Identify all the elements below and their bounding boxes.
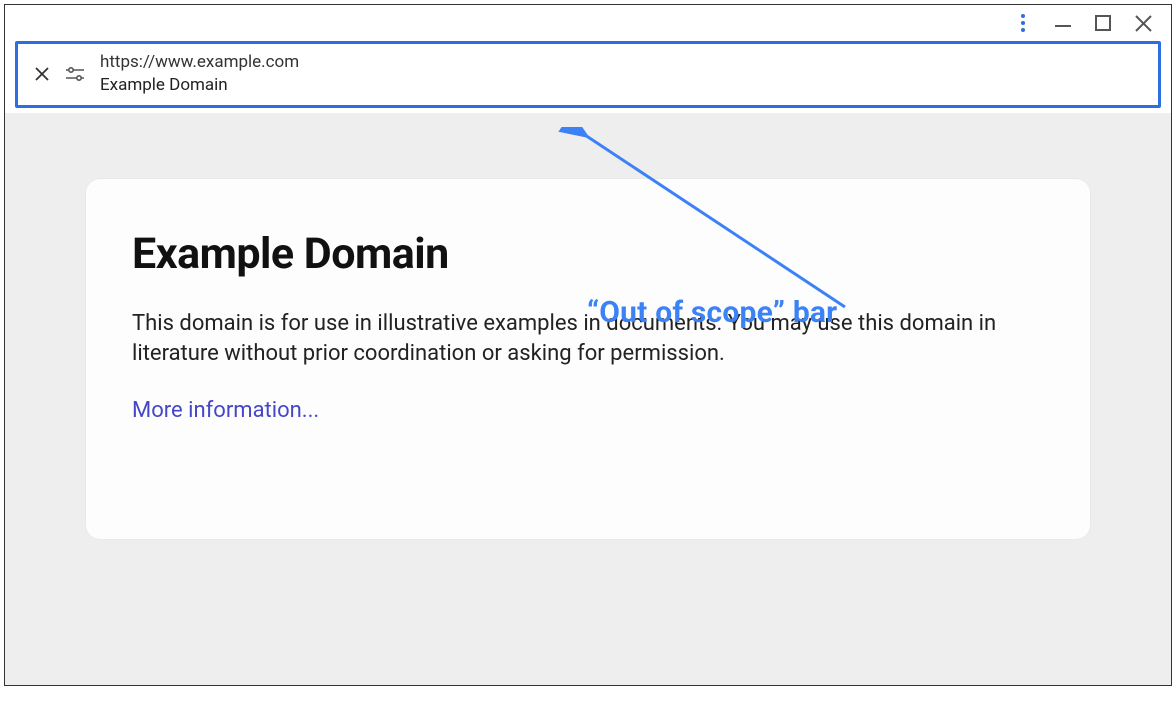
content-card: Example Domain This domain is for use in…: [86, 179, 1090, 539]
content-area: Example Domain This domain is for use in…: [5, 113, 1171, 685]
kebab-menu-icon[interactable]: [1021, 14, 1033, 32]
close-icon[interactable]: [34, 66, 50, 82]
more-information-link[interactable]: More information...: [132, 398, 319, 423]
annotation-label: “Out of scope” bar: [587, 295, 837, 330]
title-bar: [5, 5, 1171, 41]
minimize-button[interactable]: [1053, 13, 1073, 33]
window-frame: https://www.example.com Example Domain E…: [4, 4, 1172, 686]
address-text-block: https://www.example.com Example Domain: [100, 52, 299, 97]
page-body-text: This domain is for use in illustrative e…: [132, 309, 1002, 370]
address-page-title: Example Domain: [100, 75, 299, 96]
close-button[interactable]: [1133, 13, 1153, 33]
address-url[interactable]: https://www.example.com: [100, 52, 299, 73]
page-heading: Example Domain: [132, 229, 1044, 279]
tune-icon[interactable]: [66, 65, 84, 83]
maximize-button[interactable]: [1093, 13, 1113, 33]
out-of-scope-bar: https://www.example.com Example Domain: [15, 41, 1161, 108]
